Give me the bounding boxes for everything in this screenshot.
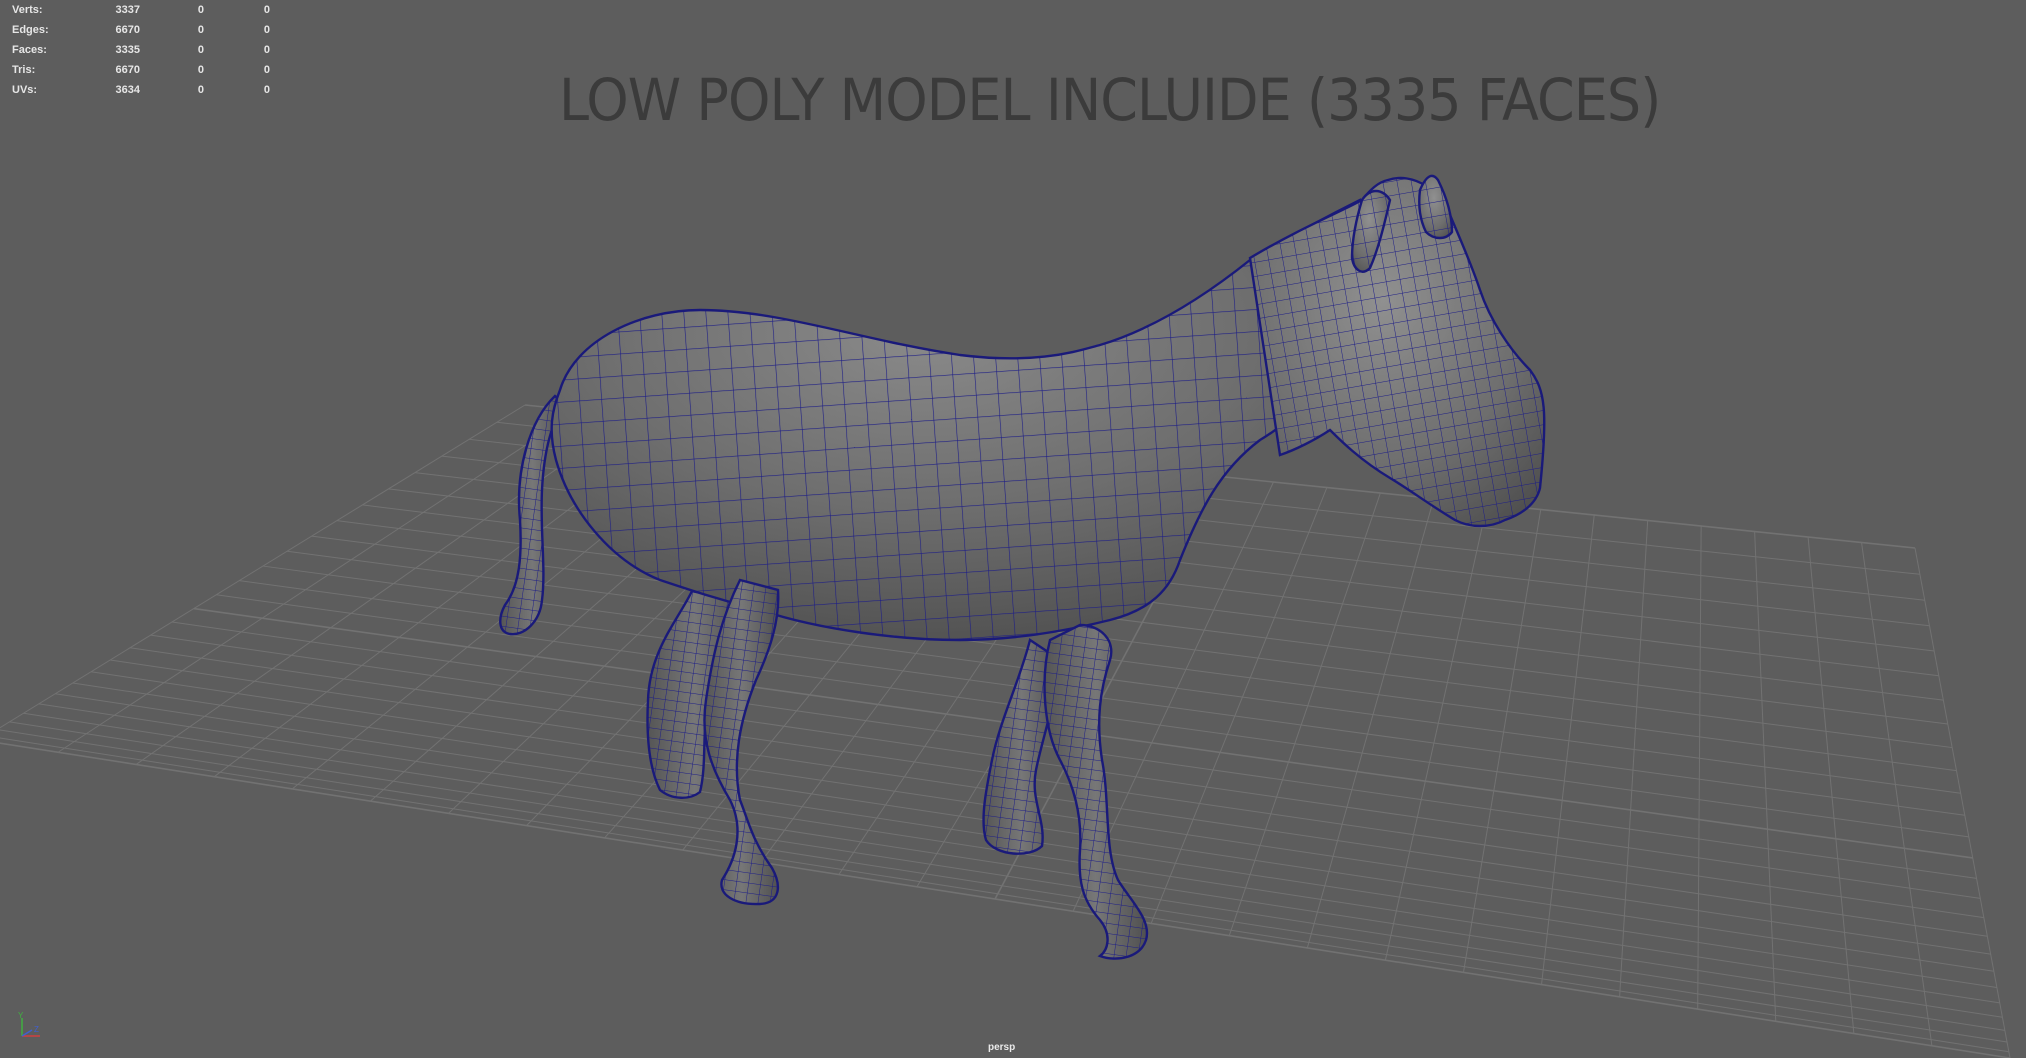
y-axis-label: Y xyxy=(18,1011,24,1020)
hud-label: Edges: xyxy=(12,24,49,36)
hud-value: 0 xyxy=(197,24,204,36)
hud-value: 3337 xyxy=(115,4,140,16)
hud-value: 0 xyxy=(263,84,270,96)
zebra-body-group xyxy=(499,174,1546,960)
camera-name-label: persp xyxy=(988,1042,1016,1053)
overlay-title: LOW POLY MODEL INCLUIDE (3335 FACES) xyxy=(559,66,1661,134)
hud-value: 0 xyxy=(263,44,270,56)
hud-value: 0 xyxy=(263,64,270,76)
hud-label: Verts: xyxy=(12,4,43,16)
axis-gizmo-icon: Y Z xyxy=(18,1011,40,1037)
hud-label: UVs: xyxy=(12,84,38,96)
hud-value: 0 xyxy=(263,24,270,36)
poly-count-hud: Verts: 3337 0 0 Edges: 6670 0 0 Faces: 3335 0 0 Tris… xyxy=(12,0,272,100)
hud-row-edges: Edges: 6670 0 0 xyxy=(12,20,272,40)
hud-value: 6670 xyxy=(115,64,140,76)
head-wireframe xyxy=(1248,176,1546,528)
hud-row-tris: Tris: 6670 0 0 xyxy=(12,60,272,80)
hud-value: 0 xyxy=(263,4,270,16)
hud-label: Tris: xyxy=(12,64,36,76)
hud-label: Faces: xyxy=(12,44,47,56)
hud-value: 0 xyxy=(197,84,204,96)
hud-row-verts: Verts: 3337 0 0 xyxy=(12,0,272,20)
hud-value: 3335 xyxy=(115,44,140,56)
3d-viewport[interactable]: Verts: 3337 0 0 Edges: 6670 0 0 Faces: 3335 0 0 Tris… xyxy=(0,0,2026,1058)
hud-value: 6670 xyxy=(115,24,140,36)
hud-value: 0 xyxy=(197,44,204,56)
z-axis-label: Z xyxy=(34,1025,39,1034)
hud-value: 0 xyxy=(197,4,204,16)
hud-value: 3634 xyxy=(115,84,140,96)
near-front-leg-wireframe xyxy=(1043,623,1149,960)
zebra-mesh-model[interactable] xyxy=(0,0,2026,1058)
hud-value: 0 xyxy=(197,64,204,76)
right-ear-wireframe xyxy=(1418,174,1454,240)
hud-row-faces: Faces: 3335 0 0 xyxy=(12,40,272,60)
z-axis-line xyxy=(21,1029,33,1037)
hud-row-uvs: UVs: 3634 0 0 xyxy=(12,80,272,100)
